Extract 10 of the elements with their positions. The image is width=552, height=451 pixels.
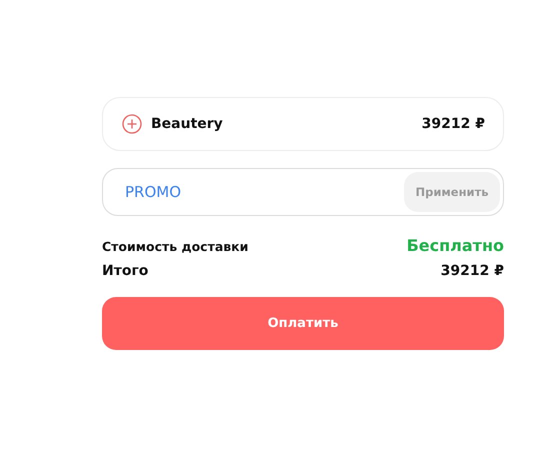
summary-value: 39212 ₽ xyxy=(440,263,504,279)
summary-value: Бесплатно xyxy=(406,236,504,255)
promo-field[interactable]: PROMO Применить xyxy=(102,168,504,216)
product-price: 39212 ₽ xyxy=(422,116,485,132)
product-name: Beautery xyxy=(151,116,224,132)
apply-button[interactable]: Применить xyxy=(404,172,500,212)
summary-label: Итого xyxy=(102,263,148,279)
pay-button[interactable]: Оплатить xyxy=(102,297,504,350)
add-icon[interactable] xyxy=(122,114,142,134)
summary-label: Стоимость доставки xyxy=(102,239,248,254)
